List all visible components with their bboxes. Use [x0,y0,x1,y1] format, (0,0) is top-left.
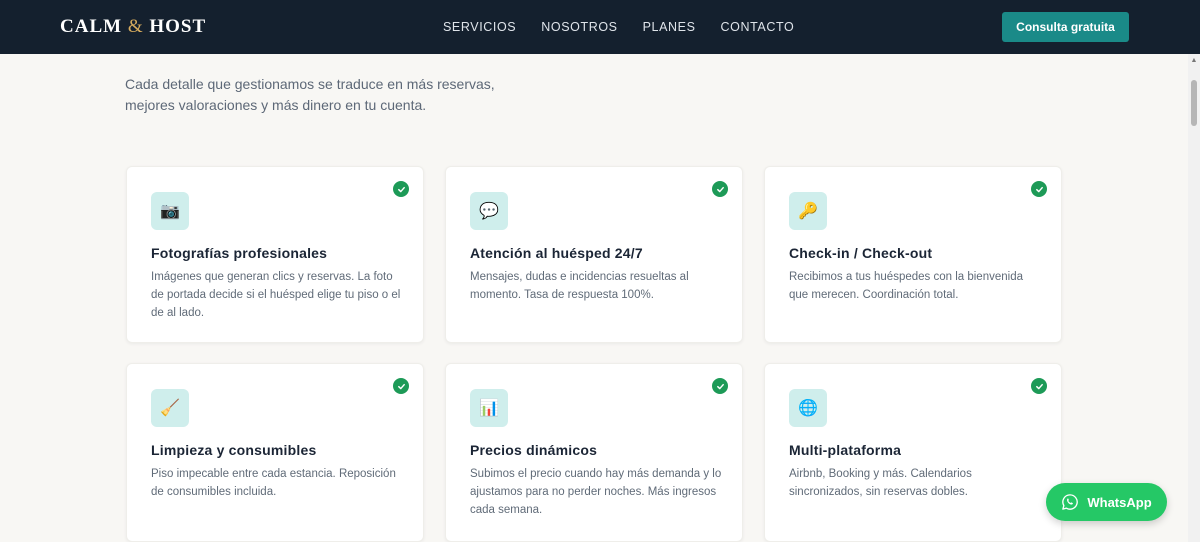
service-card-cleaning: 🧹 Limpieza y consumibles Piso impecable … [126,363,424,542]
card-title: Atención al huésped 24/7 [470,245,643,261]
check-icon [393,378,409,394]
card-title: Precios dinámicos [470,442,598,458]
service-card-multiplatform: 🌐 Multi-plataforma Airbnb, Booking y más… [764,363,1062,542]
globe-icon: 🌐 [789,389,827,427]
card-title: Check-in / Check-out [789,245,933,261]
nav-link-servicios[interactable]: SERVICIOS [443,20,516,34]
speech-bubble-icon: 💬 [470,192,508,230]
whatsapp-label: WhatsApp [1087,494,1152,510]
card-description: Imágenes que generan clics y reservas. L… [151,271,401,319]
free-consultation-button[interactable]: Consulta gratuita [1002,12,1129,42]
vertical-scrollbar[interactable]: ▲ [1188,54,1200,542]
check-icon [712,181,728,197]
camera-icon: 📷 [151,192,189,230]
whatsapp-button[interactable]: WhatsApp [1046,483,1167,521]
nav-link-nosotros[interactable]: NOSOTROS [541,20,617,34]
brand-ampersand: & [127,16,144,37]
card-title: Fotografías profesionales [151,245,328,261]
nav-link-planes[interactable]: PLANES [643,20,696,34]
scrollbar-thumb[interactable] [1191,80,1197,126]
card-description: Subimos el precio cuando hay más demanda… [470,468,722,516]
check-icon [1031,378,1047,394]
card-description: Piso impecable entre cada estancia. Repo… [151,468,396,498]
service-card-photography: 📷 Fotografías profesionales Imágenes que… [126,166,424,343]
scroll-up-icon[interactable]: ▲ [1188,54,1200,66]
bar-chart-icon: 📊 [470,389,508,427]
brand-logo[interactable]: CALM & HOST [60,16,206,38]
broom-icon: 🧹 [151,389,189,427]
card-title: Multi-plataforma [789,442,902,458]
brand-name-left: CALM [60,16,123,37]
service-card-checkin: 🔑 Check-in / Check-out Recibimos a tus h… [764,166,1062,343]
card-description: Mensajes, dudas e incidencias resueltas … [470,271,689,301]
check-icon [1031,181,1047,197]
brand-name-right: HOST [149,16,207,37]
key-icon: 🔑 [789,192,827,230]
service-card-dynamic-pricing: 📊 Precios dinámicos Subimos el precio cu… [445,363,743,542]
service-card-guest-support: 💬 Atención al huésped 24/7 Mensajes, dud… [445,166,743,343]
card-description: Recibimos a tus huéspedes con la bienven… [789,271,1023,301]
navbar: CALM & HOST SERVICIOS NOSOTROS PLANES CO… [0,0,1200,54]
main-nav: SERVICIOS NOSOTROS PLANES CONTACTO [443,20,819,34]
section-intro: Cada detalle que gestionamos se traduce … [125,76,495,113]
check-icon [393,181,409,197]
card-description: Airbnb, Booking y más. Calendarios sincr… [789,468,972,498]
whatsapp-icon [1062,494,1079,510]
card-title: Limpieza y consumibles [151,442,317,458]
check-icon [712,378,728,394]
nav-link-contacto[interactable]: CONTACTO [721,20,795,34]
